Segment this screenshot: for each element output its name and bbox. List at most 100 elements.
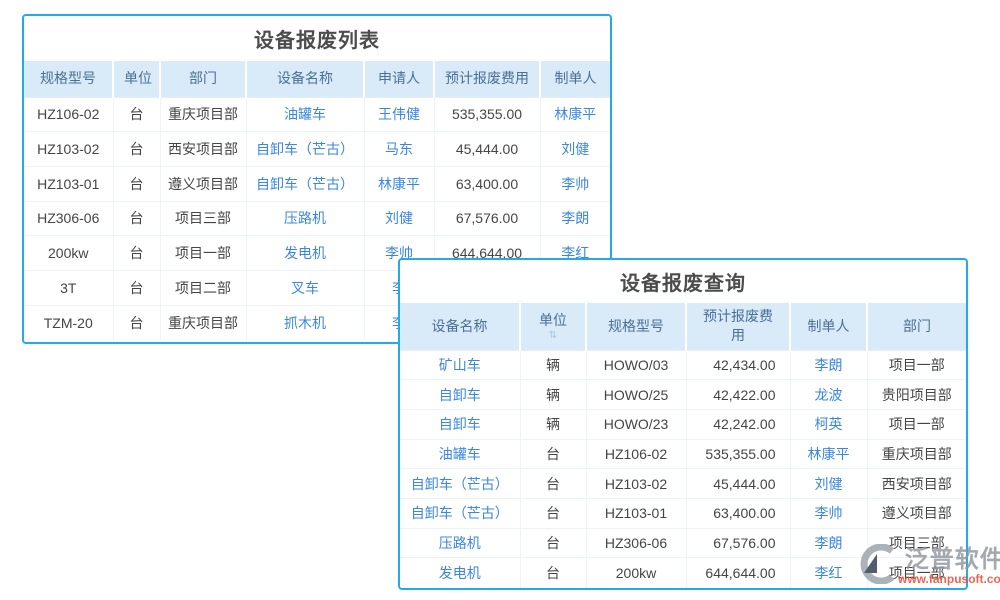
cell-dept: 遵义项目部 (160, 166, 246, 201)
column-header-unit[interactable]: 单位⇅ (520, 303, 586, 350)
cell-unit: 台 (520, 528, 586, 558)
cell-maker[interactable]: 李朗 (540, 201, 610, 236)
cell-name[interactable]: 发电机 (246, 236, 364, 271)
column-label: 申请人 (378, 70, 420, 86)
column-header-maker: 制单人 (790, 303, 867, 350)
cell-dept: 重庆项目部 (867, 439, 966, 469)
cell-cost: 67,576.00 (686, 528, 790, 558)
cell-maker[interactable]: 李朗 (790, 350, 867, 380)
cell-name[interactable]: 叉车 (246, 270, 364, 305)
cell-dept: 项目一部 (867, 350, 966, 380)
cell-spec: HZ103-01 (586, 498, 686, 528)
column-header-name: 设备名称 (246, 61, 364, 97)
cell-dept: 项目二部 (160, 270, 246, 305)
cell-applicant[interactable]: 马东 (364, 132, 434, 167)
cell-spec: HOWO/25 (586, 380, 686, 410)
table-row: 油罐车台HZ106-02535,355.00林康平重庆项目部 (400, 439, 966, 469)
cell-cost: 63,400.00 (686, 498, 790, 528)
cell-unit: 台 (520, 558, 586, 588)
cell-applicant[interactable]: 刘健 (364, 201, 434, 236)
cell-spec: HZ106-02 (24, 97, 113, 132)
cell-dept: 项目一部 (160, 236, 246, 271)
cell-cost: 42,422.00 (686, 380, 790, 410)
cell-applicant[interactable]: 林康平 (364, 166, 434, 201)
column-label: 预计报废费用 (703, 308, 773, 343)
cell-name[interactable]: 自卸车 (400, 380, 520, 410)
cell-unit: 台 (113, 201, 160, 236)
cell-maker[interactable]: 林康平 (790, 439, 867, 469)
cell-cost: 67,576.00 (434, 201, 540, 236)
column-header-cost: 预计报废费用 (686, 303, 790, 350)
cell-cost: 535,355.00 (434, 97, 540, 132)
cell-spec: 200kw (24, 236, 113, 271)
cell-dept: 重庆项目部 (160, 305, 246, 340)
column-label: 部门 (189, 70, 217, 86)
column-label: 规格型号 (608, 318, 664, 334)
column-label: 设备名称 (432, 318, 488, 334)
column-label: 制单人 (555, 70, 597, 86)
cell-spec: HOWO/03 (586, 350, 686, 380)
cell-name[interactable]: 自卸车 (400, 409, 520, 439)
cell-spec: HZ106-02 (586, 439, 686, 469)
column-header-spec: 规格型号 (24, 61, 113, 97)
column-header-dept: 部门 (867, 303, 966, 350)
cell-maker[interactable]: 林康平 (540, 97, 610, 132)
cell-cost: 63,400.00 (434, 166, 540, 201)
cell-maker[interactable]: 柯英 (790, 409, 867, 439)
fanpu-logo-icon (856, 544, 896, 589)
cell-name[interactable]: 自卸车（芒古） (400, 498, 520, 528)
column-label: 单位 (124, 70, 152, 86)
cell-unit: 台 (520, 498, 586, 528)
table-row: 自卸车辆HOWO/2542,422.00龙波贵阳项目部 (400, 380, 966, 410)
cell-unit: 台 (520, 469, 586, 499)
cell-name[interactable]: 自卸车（芒古） (400, 469, 520, 499)
column-header-spec: 规格型号 (586, 303, 686, 350)
cell-cost: 45,444.00 (434, 132, 540, 167)
cell-dept: 项目三部 (160, 201, 246, 236)
cell-cost: 42,242.00 (686, 409, 790, 439)
cell-name[interactable]: 自卸车（芒古） (246, 166, 364, 201)
cell-name[interactable]: 压路机 (246, 201, 364, 236)
cell-unit: 台 (113, 166, 160, 201)
cell-dept: 贵阳项目部 (867, 380, 966, 410)
cell-spec: HOWO/23 (586, 409, 686, 439)
cell-maker[interactable]: 李帅 (790, 498, 867, 528)
watermark: 泛普软件 www.fanpusoft.com (856, 544, 1000, 589)
cell-name[interactable]: 压路机 (400, 528, 520, 558)
cell-name[interactable]: 矿山车 (400, 350, 520, 380)
header-row: 设备名称 单位⇅ 规格型号 预计报废费用制单人 部门 (400, 303, 966, 350)
cell-spec: HZ103-01 (24, 166, 113, 201)
cell-name[interactable]: 抓木机 (246, 305, 364, 340)
cell-cost: 535,355.00 (686, 439, 790, 469)
cell-unit: 台 (520, 439, 586, 469)
cell-unit: 台 (113, 97, 160, 132)
table-row: 自卸车辆HOWO/2342,242.00柯英项目一部 (400, 409, 966, 439)
column-label: 预计报废费用 (445, 70, 529, 86)
table-row: HZ106-02台重庆项目部油罐车王伟健535,355.00林康平 (24, 97, 610, 132)
column-label: 部门 (903, 318, 931, 334)
cell-unit: 辆 (520, 380, 586, 410)
cell-spec: HZ103-02 (586, 469, 686, 499)
column-header-cost: 预计报废费用 (434, 61, 540, 97)
column-label: 规格型号 (40, 70, 96, 86)
cell-name[interactable]: 发电机 (400, 558, 520, 588)
column-label: 单位 (539, 312, 567, 328)
cell-unit: 台 (113, 305, 160, 340)
cell-unit: 辆 (520, 409, 586, 439)
cell-spec: HZ103-02 (24, 132, 113, 167)
column-header-unit: 单位 (113, 61, 160, 97)
scrap-query-window: 设备报废查询 设备名称单位⇅规格型号预计报废费用制单人部门 矿山车辆HOWO/0… (398, 258, 968, 590)
cell-maker[interactable]: 刘健 (790, 469, 867, 499)
cell-dept: 项目一部 (867, 409, 966, 439)
cell-name[interactable]: 油罐车 (246, 97, 364, 132)
cell-name[interactable]: 自卸车（芒古） (246, 132, 364, 167)
cell-unit: 辆 (520, 350, 586, 380)
cell-maker[interactable]: 刘健 (540, 132, 610, 167)
cell-applicant[interactable]: 王伟健 (364, 97, 434, 132)
cell-maker[interactable]: 李帅 (540, 166, 610, 201)
cell-spec: TZM-20 (24, 305, 113, 340)
cell-cost: 644,644.00 (686, 558, 790, 588)
cell-name[interactable]: 油罐车 (400, 439, 520, 469)
column-header-name: 设备名称 (400, 303, 520, 350)
cell-maker[interactable]: 龙波 (790, 380, 867, 410)
